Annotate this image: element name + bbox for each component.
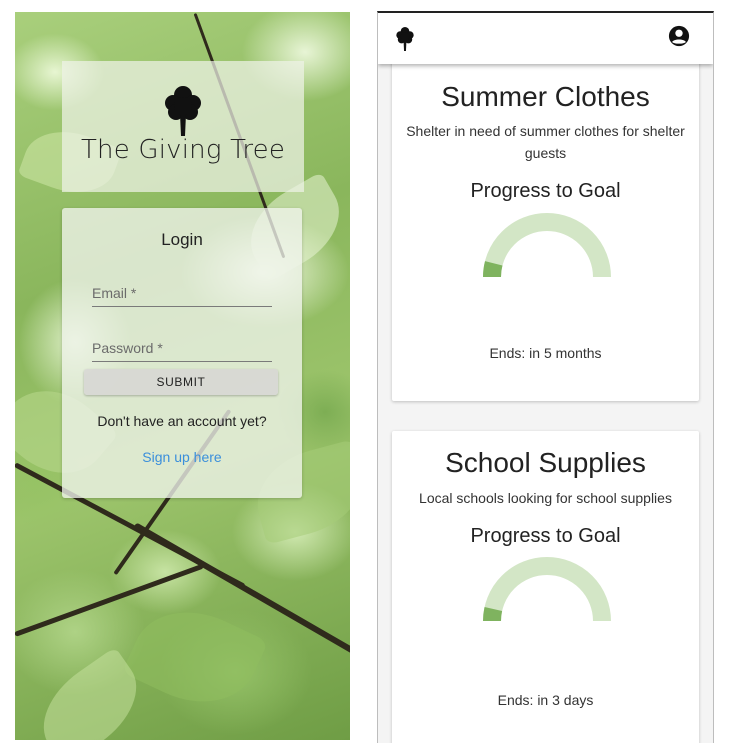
no-account-text: Don't have an account yet? — [97, 413, 267, 429]
background-leaf — [121, 590, 269, 724]
gauge-track — [483, 557, 611, 622]
campaign-card[interactable]: School Supplies Local schools looking fo… — [392, 431, 699, 743]
gauge-fill — [483, 607, 503, 622]
password-field[interactable]: Password * — [92, 337, 272, 362]
logo-card: The Giving Tree — [62, 61, 304, 192]
progress-gauge — [483, 557, 611, 622]
campaign-card[interactable]: Summer Clothes Shelter in need of summer… — [392, 53, 699, 401]
account-circle-icon[interactable] — [668, 25, 690, 47]
app-bar — [378, 13, 713, 64]
progress-label: Progress to Goal — [470, 180, 621, 202]
login-title: Login — [161, 230, 203, 249]
campaigns-screen: Summer Clothes Shelter in need of summer… — [377, 11, 714, 743]
campaign-ends: Ends: in 3 days — [497, 692, 594, 708]
login-screen: The Giving Tree Login Email * Password *… — [15, 12, 350, 740]
email-placeholder: Email * — [92, 285, 137, 301]
progress-gauge — [483, 213, 611, 278]
submit-button[interactable]: SUBMIT — [84, 369, 278, 395]
tree-icon — [165, 86, 201, 136]
tree-icon[interactable] — [395, 26, 415, 52]
campaign-ends: Ends: in 5 months — [489, 345, 602, 361]
gauge-track — [483, 213, 611, 278]
app-name: The Giving Tree — [80, 135, 286, 165]
campaign-description: Shelter in need of summer clothes for sh… — [406, 123, 685, 161]
email-field[interactable]: Email * — [92, 282, 272, 307]
signup-link[interactable]: Sign up here — [62, 449, 302, 465]
campaign-title: Summer Clothes — [441, 81, 650, 112]
login-form: Login Email * Password * SUBMIT Don't ha… — [62, 208, 302, 498]
campaign-description: Local schools looking for school supplie… — [419, 490, 672, 506]
password-placeholder: Password * — [92, 340, 163, 356]
gauge-fill — [483, 261, 503, 278]
campaign-title: School Supplies — [445, 447, 646, 478]
progress-label: Progress to Goal — [470, 525, 621, 547]
